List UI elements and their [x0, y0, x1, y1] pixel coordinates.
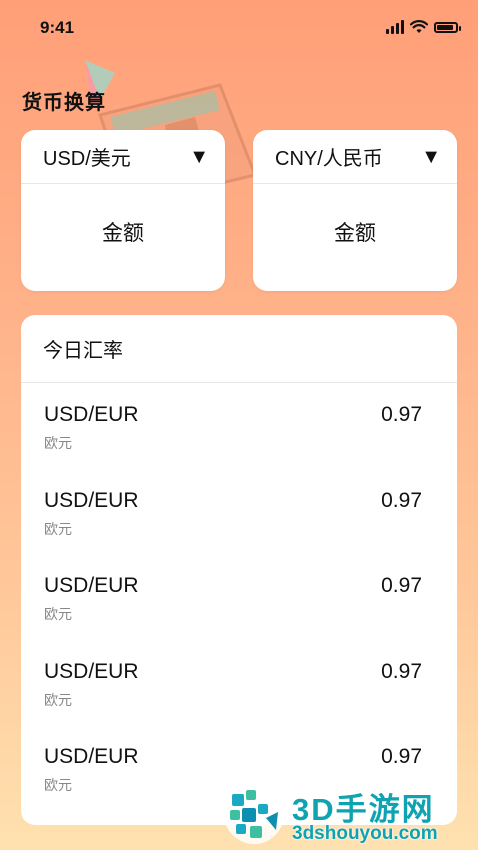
watermark-url: 3dshouyou.com [292, 823, 438, 844]
status-time: 9:41 [40, 18, 75, 37]
to-currency-label: CNY/人民币 [275, 148, 383, 170]
rate-row[interactable]: USD/EUR 欧元 0.97 [21, 554, 457, 640]
from-currency-selector[interactable]: USD/美元 ▼ [21, 130, 225, 184]
rate-value: 0.97 [381, 403, 422, 426]
status-icons [386, 20, 461, 34]
to-currency-selector[interactable]: CNY/人民币 ▼ [253, 130, 457, 184]
dropdown-arrow-icon[interactable]: ▼ [421, 147, 441, 167]
rate-value: 0.97 [381, 574, 422, 597]
rate-pair: USD/EUR [44, 574, 139, 597]
dropdown-arrow-icon[interactable]: ▼ [189, 147, 209, 167]
rate-value: 0.97 [381, 745, 422, 768]
from-currency-label: USD/美元 [43, 148, 131, 170]
rate-row[interactable]: USD/EUR 欧元 0.97 [21, 469, 457, 555]
from-currency-card: USD/美元 ▼ 金额 [21, 130, 225, 291]
from-amount-input[interactable]: 金额 [21, 184, 225, 290]
rate-row[interactable]: USD/EUR 欧元 0.97 [21, 383, 457, 469]
rate-value: 0.97 [381, 659, 422, 683]
rate-currency-name: 欧元 [44, 520, 72, 537]
rate-value: 0.97 [381, 488, 422, 512]
rate-currency-name: 欧元 [44, 435, 72, 451]
rate-pair: USD/EUR [44, 403, 139, 426]
rate-currency-name: 欧元 [44, 691, 72, 708]
cellular-signal-icon [386, 20, 404, 34]
rate-currency-name: 欧元 [44, 606, 72, 622]
status-bar: 9:41 [0, 0, 478, 58]
page-title: 货币换算 [22, 92, 106, 114]
watermark-logo-icon [224, 784, 284, 844]
rates-title: 今日汇率 [21, 315, 457, 383]
rates-card: 今日汇率 USD/EUR 欧元 0.97 USD/EUR 欧元 0.97 USD… [21, 315, 457, 825]
watermark: 3D手游网 3dshouyou.com [220, 778, 478, 850]
rate-pair: USD/EUR [44, 488, 139, 512]
wifi-icon [410, 20, 428, 33]
rate-pair: USD/EUR [44, 745, 139, 768]
rate-pair: USD/EUR [44, 659, 139, 683]
to-currency-card: CNY/人民币 ▼ 金额 [253, 130, 457, 291]
battery-icon [434, 21, 461, 33]
rate-row[interactable]: USD/EUR 欧元 0.97 [21, 640, 457, 726]
rate-currency-name: 欧元 [44, 777, 72, 793]
to-amount-input[interactable]: 金额 [253, 184, 457, 290]
